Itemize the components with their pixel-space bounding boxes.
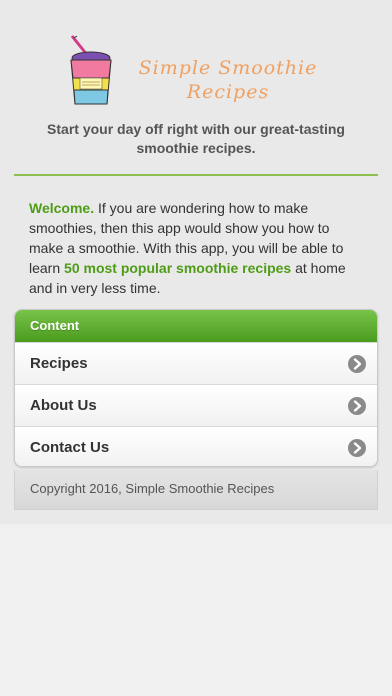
list-item-contact-us[interactable]: Contact Us [15, 426, 377, 466]
list-item-label: About Us [30, 397, 97, 414]
app-logo: Simple Smoothie Recipes [66, 34, 336, 114]
welcome-label: Welcome. [29, 200, 95, 216]
intro-paragraph: Welcome. If you are wondering how to mak… [29, 198, 363, 298]
list-item-label: Contact Us [30, 439, 110, 456]
footer: Copyright 2016, Simple Smoothie Recipes [14, 470, 378, 510]
content-card: Content Recipes About Us Contact Us [14, 309, 378, 467]
page: Simple Smoothie Recipes Start your day o… [0, 0, 392, 524]
logo-title-line2: Recipes [186, 81, 270, 103]
list-item-label: Recipes [30, 355, 88, 372]
content-card-header: Content [15, 310, 377, 342]
list-item-recipes[interactable]: Recipes [15, 342, 377, 384]
chevron-right-icon [348, 439, 366, 457]
divider [14, 174, 378, 176]
chevron-right-icon [348, 397, 366, 415]
logo-title-line1: Simple Smoothie [138, 57, 318, 79]
list-item-about-us[interactable]: About Us [15, 384, 377, 426]
logo-title: Simple Smoothie Recipes [118, 56, 338, 104]
intro-highlight: 50 most popular smoothie recipes [64, 260, 292, 276]
chevron-right-icon [348, 355, 366, 373]
tagline: Start your day off right with our great-… [47, 121, 345, 156]
smoothie-cup-icon [70, 35, 112, 105]
